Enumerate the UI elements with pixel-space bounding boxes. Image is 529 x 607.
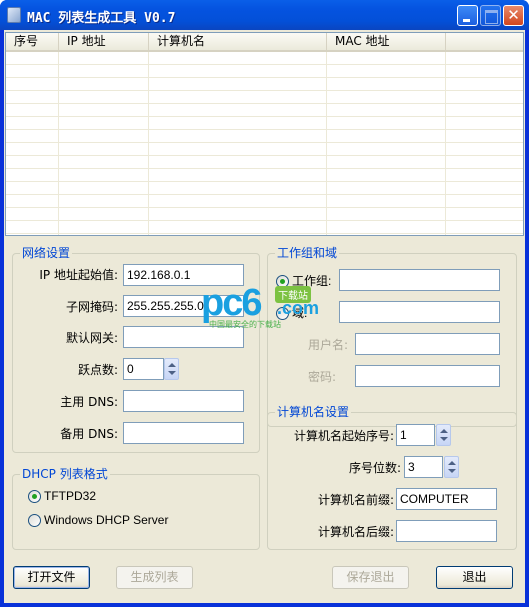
app-window: MAC 列表生成工具 V0.7 ✕ 序号 IP 地址 计算机名 MAC 地址 网… — [0, 0, 529, 607]
hops-spinner[interactable] — [164, 358, 179, 380]
column-header-ip[interactable]: IP 地址 — [59, 33, 149, 50]
suffix-input[interactable] — [396, 520, 497, 542]
column-header-index[interactable]: 序号 — [6, 33, 59, 50]
start-index-label: 计算机名起始序号: — [293, 429, 394, 443]
hops-label: 跃点数: — [77, 363, 118, 377]
username-label: 用户名: — [307, 338, 348, 352]
digits-spinner[interactable] — [444, 456, 459, 478]
password-input — [355, 365, 500, 387]
column-header-mac[interactable]: MAC 地址 — [327, 33, 446, 50]
domain-input[interactable] — [339, 301, 500, 323]
start-index-input[interactable]: 1 — [396, 424, 435, 446]
minimize-button[interactable] — [457, 5, 478, 26]
minimize-icon — [458, 6, 477, 25]
dns1-label: 主用 DNS: — [60, 395, 118, 409]
workgroup-input[interactable] — [339, 269, 500, 291]
column-header-computer-name[interactable]: 计算机名 — [149, 33, 327, 50]
title-bar[interactable]: MAC 列表生成工具 V0.7 ✕ — [0, 0, 529, 30]
digits-label: 序号位数: — [348, 461, 401, 475]
app-icon — [7, 7, 21, 23]
dhcp-format-title: DHCP 列表格式 — [20, 467, 110, 481]
workgroup-domain-title: 工作组和域 — [275, 246, 340, 260]
list-header: 序号 IP 地址 计算机名 MAC 地址 — [6, 33, 523, 52]
computer-name-title: 计算机名设置 — [275, 405, 352, 419]
dhcp-format-group: DHCP 列表格式 — [12, 467, 260, 550]
dns2-label: 备用 DNS: — [60, 427, 118, 441]
suffix-label: 计算机名后缀: — [317, 525, 394, 539]
grid-line — [58, 52, 59, 235]
password-label: 密码: — [307, 370, 336, 384]
grid-line — [445, 52, 446, 235]
mac-list-view[interactable]: 序号 IP 地址 计算机名 MAC 地址 — [5, 32, 524, 236]
maximize-button — [480, 5, 501, 26]
start-index-spinner[interactable] — [436, 424, 451, 446]
radio-windows-dhcp[interactable] — [28, 514, 41, 527]
radio-workgroup-label[interactable]: 工作组: — [292, 274, 331, 288]
radio-domain-label[interactable]: 域: — [292, 306, 307, 320]
prefix-label: 计算机名前缀: — [317, 493, 394, 507]
grid-line — [326, 52, 327, 235]
dns1-input[interactable] — [123, 390, 244, 412]
close-icon: ✕ — [507, 6, 520, 24]
radio-domain[interactable] — [276, 307, 289, 320]
radio-workgroup[interactable] — [276, 275, 289, 288]
save-exit-button: 保存退出 — [332, 566, 409, 589]
window-title: MAC 列表生成工具 V0.7 — [27, 11, 176, 26]
dns2-input[interactable] — [123, 422, 244, 444]
gateway-input[interactable] — [123, 326, 244, 348]
maximize-icon — [481, 6, 500, 25]
radio-windows-dhcp-label[interactable]: Windows DHCP Server — [44, 513, 168, 527]
hops-input[interactable]: 0 — [123, 358, 164, 380]
ip-start-input[interactable]: 192.168.0.1 — [123, 264, 244, 286]
subnet-label: 子网掩码: — [65, 300, 118, 314]
ip-start-label: IP 地址起始值: — [39, 268, 118, 282]
digits-input[interactable]: 3 — [404, 456, 443, 478]
column-header-filler — [446, 33, 523, 50]
grid-line — [148, 52, 149, 235]
exit-button[interactable]: 退出 — [436, 566, 513, 589]
generate-list-button: 生成列表 — [116, 566, 193, 589]
radio-tftpd32-label[interactable]: TFTPD32 — [44, 489, 96, 503]
prefix-input[interactable]: COMPUTER — [396, 488, 497, 510]
radio-tftpd32[interactable] — [28, 490, 41, 503]
open-file-button[interactable]: 打开文件 — [13, 566, 90, 589]
username-input — [355, 333, 500, 355]
network-settings-title: 网络设置 — [20, 246, 73, 260]
gateway-label: 默认网关: — [65, 331, 118, 345]
close-button[interactable]: ✕ — [503, 5, 524, 26]
client-area: 序号 IP 地址 计算机名 MAC 地址 网络设置 IP 地址起始值: 192.… — [4, 30, 525, 603]
subnet-input[interactable]: 255.255.255.0 — [123, 295, 244, 317]
